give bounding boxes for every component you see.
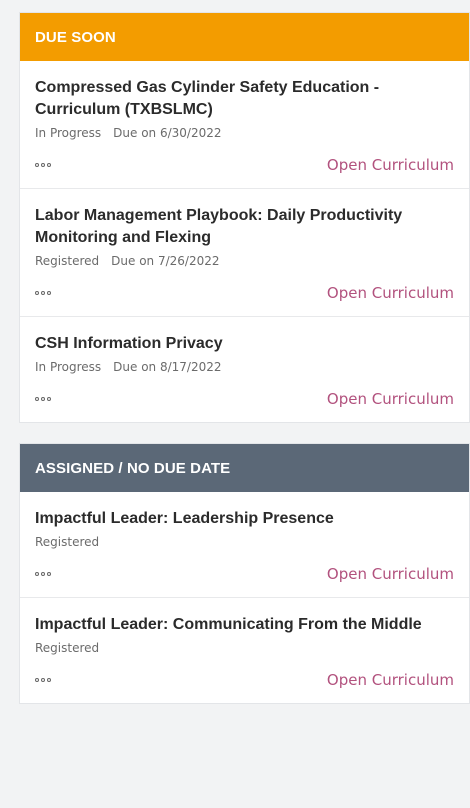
section-header-due-soon: DUE SOON: [20, 13, 469, 61]
item-due-date: Due on 8/17/2022: [113, 360, 222, 374]
open-curriculum-link[interactable]: Open Curriculum: [327, 284, 454, 302]
open-curriculum-link[interactable]: Open Curriculum: [327, 671, 454, 689]
item-status: Registered: [35, 535, 100, 549]
learning-list: DUE SOON Compressed Gas Cylinder Safety …: [19, 0, 470, 704]
more-options-icon[interactable]: [35, 291, 51, 295]
more-options-icon[interactable]: [35, 397, 51, 401]
more-options-icon[interactable]: [35, 572, 51, 576]
learning-item: Impactful Leader: Communicating From the…: [20, 597, 469, 703]
section-assigned: ASSIGNED / NO DUE DATE Impactful Leader:…: [19, 443, 470, 704]
item-status: Registered: [35, 254, 100, 268]
more-options-icon[interactable]: [35, 678, 51, 682]
item-footer: Open Curriculum: [35, 376, 454, 422]
item-due-date: Due on 6/30/2022: [113, 126, 222, 140]
item-meta: In Progress Due on 8/17/2022: [35, 360, 454, 374]
learning-item: Compressed Gas Cylinder Safety Education…: [20, 61, 469, 188]
item-status: Registered: [35, 641, 100, 655]
open-curriculum-link[interactable]: Open Curriculum: [327, 156, 454, 174]
item-title[interactable]: Impactful Leader: Communicating From the…: [35, 614, 454, 636]
section-due-soon: DUE SOON Compressed Gas Cylinder Safety …: [19, 12, 470, 423]
open-curriculum-link[interactable]: Open Curriculum: [327, 565, 454, 583]
item-title[interactable]: Compressed Gas Cylinder Safety Education…: [35, 77, 454, 121]
item-footer: Open Curriculum: [35, 142, 454, 188]
item-status: In Progress: [35, 360, 102, 374]
item-footer: Open Curriculum: [35, 657, 454, 703]
item-due-date: Due on 7/26/2022: [111, 254, 220, 268]
item-status: In Progress: [35, 126, 102, 140]
left-rail: [0, 0, 12, 808]
learning-item: Impactful Leader: Leadership Presence Re…: [20, 492, 469, 597]
item-title[interactable]: Impactful Leader: Leadership Presence: [35, 508, 454, 530]
item-title[interactable]: Labor Management Playbook: Daily Product…: [35, 205, 454, 249]
section-header-assigned: ASSIGNED / NO DUE DATE: [20, 444, 469, 492]
learning-item: Labor Management Playbook: Daily Product…: [20, 188, 469, 316]
item-title[interactable]: CSH Information Privacy: [35, 333, 454, 355]
item-meta: Registered: [35, 535, 454, 549]
more-options-icon[interactable]: [35, 163, 51, 167]
item-meta: Registered: [35, 641, 454, 655]
item-meta: In Progress Due on 6/30/2022: [35, 126, 454, 140]
item-footer: Open Curriculum: [35, 551, 454, 597]
open-curriculum-link[interactable]: Open Curriculum: [327, 390, 454, 408]
item-footer: Open Curriculum: [35, 270, 454, 316]
item-meta: Registered Due on 7/26/2022: [35, 254, 454, 268]
learning-item: CSH Information Privacy In Progress Due o…: [20, 316, 469, 422]
